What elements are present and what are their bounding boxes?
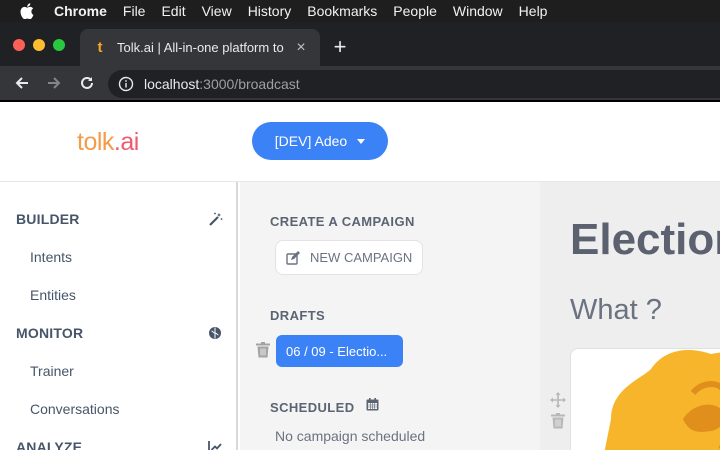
window-close-button[interactable]	[13, 39, 25, 51]
logo-text-tolk: tolk	[77, 128, 114, 156]
calendar-icon	[366, 398, 379, 411]
url-path: :3000/broadcast	[199, 76, 300, 92]
create-campaign-heading: CREATE A CAMPAIGN	[270, 214, 415, 229]
sidebar: BUILDER Intents Entities MONITOR Trainer…	[0, 182, 238, 450]
campaign-list-panel: CREATE A CAMPAIGN NEW CAMPAIGN DRAFTS 06…	[240, 182, 540, 450]
move-handle-icon[interactable]	[550, 392, 566, 408]
menu-help[interactable]: Help	[519, 3, 548, 19]
image-card[interactable]	[570, 348, 720, 450]
menu-chrome[interactable]: Chrome	[54, 3, 107, 19]
caret-down-icon	[357, 138, 366, 144]
browser-tab-strip: t Tolk.ai | All-in-one platform to × +	[0, 22, 720, 66]
menu-window[interactable]: Window	[453, 3, 503, 19]
sidebar-item-conversations[interactable]: Conversations	[30, 401, 120, 417]
sidebar-item-intents[interactable]: Intents	[30, 249, 72, 265]
tab-close-icon[interactable]: ×	[293, 39, 309, 57]
logo-text-ai: .ai	[113, 128, 139, 156]
reload-icon[interactable]	[77, 73, 97, 93]
menu-bookmarks[interactable]: Bookmarks	[307, 3, 377, 19]
campaign-title: Election	[570, 215, 720, 264]
window-minimize-button[interactable]	[33, 39, 45, 51]
site-info-icon[interactable]	[118, 76, 134, 92]
browser-toolbar: localhost:3000/broadcast	[0, 66, 720, 100]
draft-campaign-label: 06 / 09 - Electio...	[286, 343, 388, 359]
url-text: localhost:3000/broadcast	[144, 76, 300, 92]
sidebar-item-entities[interactable]: Entities	[30, 287, 76, 303]
chart-line-icon[interactable]	[207, 439, 223, 450]
menu-people[interactable]: People	[393, 3, 437, 19]
delete-block-icon[interactable]	[551, 413, 565, 429]
menu-view[interactable]: View	[202, 3, 232, 19]
app-header: tolk.ai [DEV] Adeo	[0, 102, 720, 182]
magic-wand-icon[interactable]	[207, 211, 223, 227]
macos-menu-bar: Chrome File Edit View History Bookmarks …	[0, 0, 720, 22]
what-heading: What ?	[570, 294, 662, 326]
tab-title: Tolk.ai | All-in-one platform to	[117, 40, 284, 55]
campaign-editor-panel: Election What ?	[540, 182, 720, 450]
trash-icon[interactable]	[256, 342, 270, 358]
browser-tab[interactable]: t Tolk.ai | All-in-one platform to ×	[80, 29, 320, 66]
thumbs-up-illustration	[604, 350, 720, 450]
drafts-heading: DRAFTS	[270, 308, 326, 323]
sidebar-section-builder: BUILDER	[16, 211, 80, 227]
edit-icon	[286, 250, 300, 265]
forward-arrow-icon[interactable]	[44, 73, 64, 93]
new-campaign-button[interactable]: NEW CAMPAIGN	[275, 240, 423, 275]
no-scheduled-message: No campaign scheduled	[275, 428, 426, 444]
apple-icon[interactable]	[20, 3, 38, 19]
address-bar[interactable]: localhost:3000/broadcast	[108, 70, 720, 98]
environment-label: [DEV] Adeo	[274, 133, 348, 149]
window-zoom-button[interactable]	[53, 39, 65, 51]
sidebar-item-trainer[interactable]: Trainer	[30, 363, 74, 379]
url-host: localhost	[144, 76, 200, 92]
menu-history[interactable]: History	[248, 3, 292, 19]
tolk-logo[interactable]: tolk.ai	[77, 127, 139, 157]
scheduled-heading: SCHEDULED	[270, 400, 355, 415]
environment-selector-button[interactable]: [DEV] Adeo	[252, 122, 388, 160]
sidebar-section-monitor: MONITOR	[16, 325, 84, 341]
new-campaign-label: NEW CAMPAIGN	[310, 250, 413, 265]
menu-file[interactable]: File	[123, 3, 146, 19]
draft-campaign-item[interactable]: 06 / 09 - Electio...	[276, 335, 403, 367]
brain-icon[interactable]	[207, 325, 223, 341]
menu-edit[interactable]: Edit	[161, 3, 185, 19]
sidebar-section-analyze: ANALYZE	[16, 439, 83, 450]
new-tab-button[interactable]: +	[330, 36, 350, 58]
back-arrow-icon[interactable]	[12, 73, 32, 93]
tab-favicon-icon: t	[97, 39, 103, 56]
